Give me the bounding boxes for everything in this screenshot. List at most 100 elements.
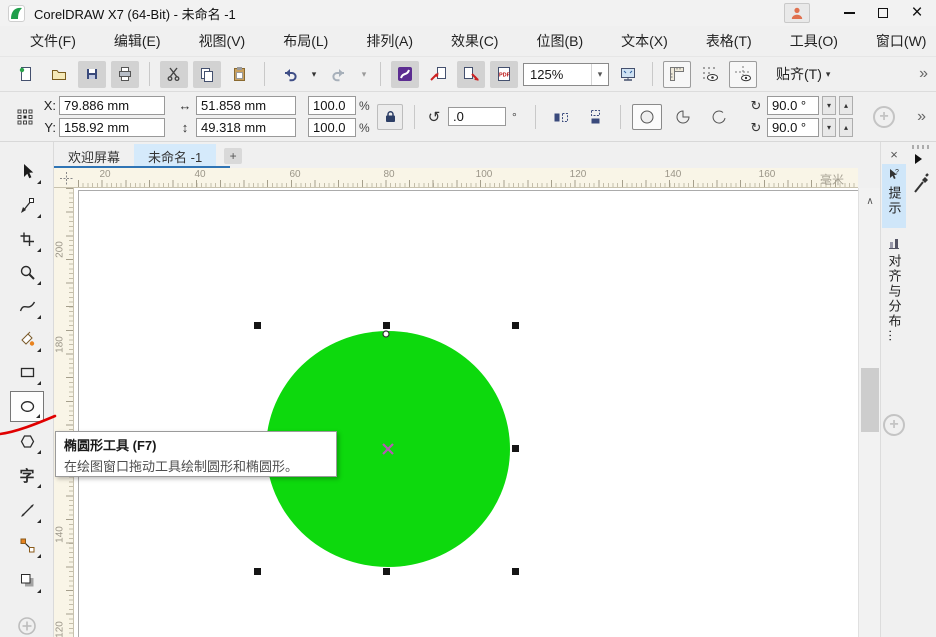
minimize-button[interactable] xyxy=(832,0,866,26)
undo-icon xyxy=(281,67,298,82)
export-button[interactable] xyxy=(457,61,485,88)
polygon-tool[interactable] xyxy=(10,426,44,457)
smart-fill-tool[interactable] xyxy=(10,324,44,355)
add-tool-button[interactable] xyxy=(10,610,44,637)
propbar-overflow-chevron[interactable]: » xyxy=(917,108,926,126)
drawing-canvas[interactable] xyxy=(74,188,858,637)
color-eyedropper-icon[interactable] xyxy=(912,170,930,196)
lock-ratio-button[interactable] xyxy=(377,104,403,130)
undo-button[interactable] xyxy=(275,61,303,88)
tab-welcome-screen[interactable]: 欢迎屏幕 xyxy=(54,144,134,168)
shape-tool[interactable] xyxy=(10,190,44,221)
selection-handle-middle-right[interactable] xyxy=(512,445,519,452)
user-account-icon[interactable] xyxy=(784,3,810,23)
scale-x-field[interactable] xyxy=(308,96,356,115)
menu-bitmaps[interactable]: 位图(B) xyxy=(536,31,583,51)
selection-handle-top-right[interactable] xyxy=(512,322,519,329)
show-guidelines-toggle[interactable] xyxy=(729,61,757,88)
menu-tools[interactable]: 工具(O) xyxy=(790,31,838,51)
show-grid-toggle[interactable] xyxy=(696,61,724,88)
pick-tool[interactable] xyxy=(10,156,44,187)
add-property-button[interactable]: + xyxy=(873,106,895,128)
undo-dropdown-caret[interactable]: ▾ xyxy=(308,61,320,88)
redo-button[interactable] xyxy=(325,61,353,88)
mirror-vertical-button[interactable] xyxy=(581,103,609,130)
toolbar-overflow-chevron[interactable]: » xyxy=(919,65,928,83)
ellipse-node[interactable] xyxy=(383,331,389,337)
selection-handle-bottom-center[interactable] xyxy=(383,568,390,575)
scrollbar-thumb[interactable] xyxy=(861,368,879,432)
menu-file[interactable]: 文件(F) xyxy=(30,31,76,51)
start-angle-field[interactable] xyxy=(767,96,819,115)
redo-dropdown-caret[interactable]: ▾ xyxy=(358,61,370,88)
end-angle-field[interactable] xyxy=(767,118,819,137)
docker-tab-align-distribute[interactable]: 对齐与分布… xyxy=(882,234,906,406)
app-launcher-button[interactable] xyxy=(391,61,419,88)
docker-tab-hints[interactable]: ? 提示 xyxy=(882,164,906,228)
palette-flyout-arrow[interactable] xyxy=(915,154,922,164)
tab-untitled-1[interactable]: 未命名 -1 xyxy=(134,144,216,168)
freehand-tool[interactable] xyxy=(10,291,44,322)
dimension-tool[interactable] xyxy=(10,495,44,526)
scroll-up-button[interactable]: ∧ xyxy=(859,192,881,210)
vertical-ruler[interactable]: 200 180 160 140 120 xyxy=(54,188,74,637)
selection-handle-top-center[interactable] xyxy=(383,322,390,329)
ruler-origin-icon[interactable] xyxy=(60,172,73,185)
publish-pdf-button[interactable]: PDF xyxy=(490,61,518,88)
x-position-field[interactable] xyxy=(59,96,165,115)
vertical-scrollbar[interactable]: ∧ xyxy=(858,188,880,637)
save-button[interactable] xyxy=(78,61,106,88)
zoom-level-combobox[interactable]: 125% ▾ xyxy=(523,63,609,86)
object-height-field[interactable] xyxy=(196,118,296,137)
palette-grip[interactable] xyxy=(912,145,930,149)
y-position-field[interactable] xyxy=(59,118,165,137)
object-origin-icon[interactable] xyxy=(16,108,34,126)
docker-close-button[interactable]: × xyxy=(881,146,907,162)
selection-handle-top-left[interactable] xyxy=(254,322,261,329)
rectangle-tool[interactable] xyxy=(10,357,44,388)
drop-shadow-tool[interactable] xyxy=(10,565,44,596)
selection-handle-bottom-left[interactable] xyxy=(254,568,261,575)
fullscreen-preview-button[interactable] xyxy=(614,61,642,88)
mirror-horizontal-button[interactable] xyxy=(547,103,575,130)
close-button[interactable]: × xyxy=(900,0,934,26)
arc-mode-button[interactable] xyxy=(704,104,734,130)
end-angle-spin-down[interactable]: ▾ xyxy=(822,118,836,137)
standard-toolbar: ▾ ▾ PDF 125% ▾ 贴齐(T) ▾ » xyxy=(0,56,936,92)
crop-tool[interactable] xyxy=(10,224,44,255)
maximize-button[interactable] xyxy=(866,0,900,26)
show-rulers-toggle[interactable] xyxy=(663,61,691,88)
open-button[interactable] xyxy=(45,61,73,88)
scale-y-field[interactable] xyxy=(308,118,356,137)
connector-tool[interactable] xyxy=(10,530,44,561)
new-tab-button[interactable]: + xyxy=(224,148,242,164)
paste-button[interactable] xyxy=(226,61,254,88)
object-width-field[interactable] xyxy=(196,96,296,115)
menu-view[interactable]: 视图(V) xyxy=(199,31,246,51)
menu-arrange[interactable]: 排列(A) xyxy=(366,31,413,51)
menu-layout[interactable]: 布局(L) xyxy=(283,31,328,51)
add-docker-button[interactable]: + xyxy=(883,414,905,436)
new-document-button[interactable] xyxy=(12,61,40,88)
menu-edit[interactable]: 编辑(E) xyxy=(114,31,161,51)
ellipse-mode-button[interactable] xyxy=(632,104,662,130)
print-button[interactable] xyxy=(111,61,139,88)
menu-window[interactable]: 窗口(W) xyxy=(876,31,927,51)
import-button[interactable] xyxy=(424,61,452,88)
menu-table[interactable]: 表格(T) xyxy=(706,31,752,51)
zoom-tool[interactable] xyxy=(10,257,44,288)
cut-button[interactable] xyxy=(160,61,188,88)
menu-effects[interactable]: 效果(C) xyxy=(451,31,498,51)
rotation-angle-field[interactable] xyxy=(448,107,506,126)
copy-button[interactable] xyxy=(193,61,221,88)
menu-text[interactable]: 文本(X) xyxy=(621,31,668,51)
ellipse-tool[interactable] xyxy=(10,391,44,422)
selection-handle-bottom-right[interactable] xyxy=(512,568,519,575)
start-angle-spin-down[interactable]: ▾ xyxy=(822,96,836,115)
text-tool[interactable]: 字 xyxy=(10,460,44,491)
end-angle-spin-up[interactable]: ▴ xyxy=(839,118,853,137)
pie-mode-button[interactable] xyxy=(668,104,698,130)
horizontal-ruler[interactable]: 20 40 60 80 100 120 140 160 毫米 xyxy=(54,168,858,188)
snap-to-dropdown[interactable]: 贴齐(T) ▾ xyxy=(776,64,830,84)
start-angle-spin-up[interactable]: ▴ xyxy=(839,96,853,115)
